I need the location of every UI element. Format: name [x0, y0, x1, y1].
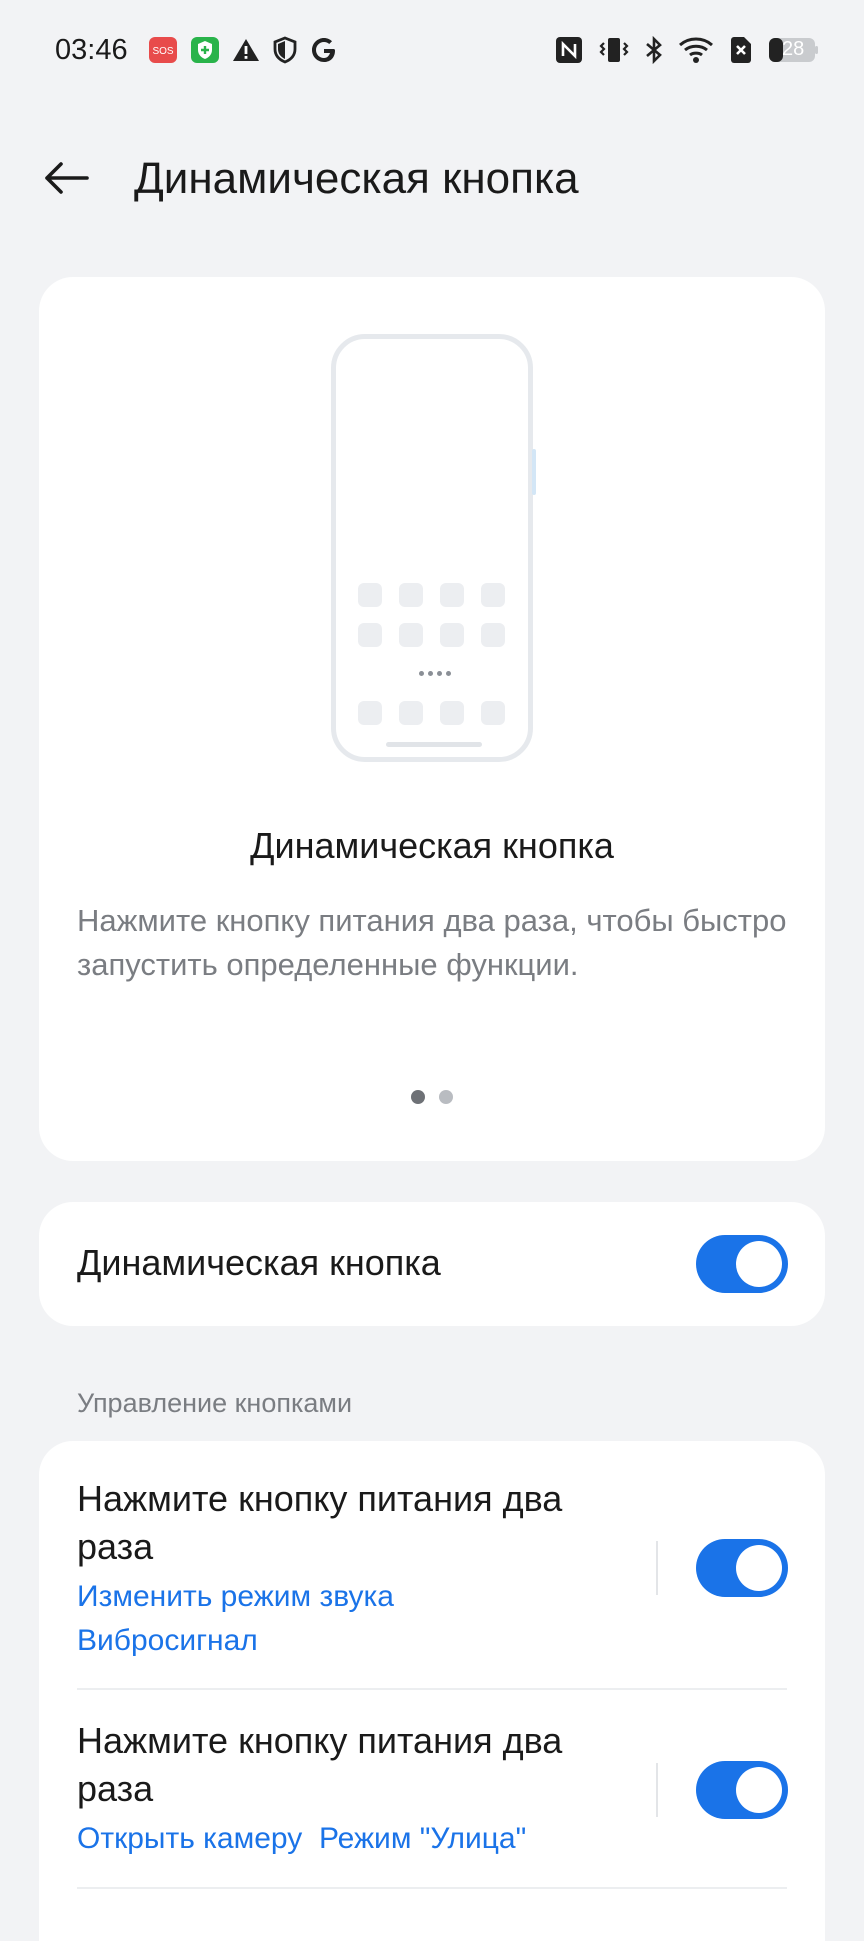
button-actions-list: Нажмите кнопку питания два раза Изменить… [39, 1441, 825, 1941]
switch-knob [736, 1767, 782, 1813]
row-separator [77, 1887, 787, 1889]
app-placeholder [358, 623, 382, 647]
app-placeholder [358, 701, 382, 725]
google-icon [310, 36, 338, 64]
no-sim-icon [728, 35, 754, 65]
home-bar-illustration [386, 742, 482, 747]
shield-icon [272, 36, 298, 64]
main-toggle-switch[interactable] [696, 1235, 788, 1293]
action-toggle-camera[interactable] [696, 1761, 788, 1819]
main-toggle-row[interactable]: Динамическая кнопка [39, 1202, 825, 1326]
action-row-title: Нажмите кнопку питания два раза [77, 1478, 563, 1567]
action-row-sound-mode[interactable]: Нажмите кнопку питания два раза Изменить… [77, 1475, 787, 1663]
shield-plus-icon [190, 36, 220, 64]
sos-icon: SOS [148, 36, 178, 64]
hero-title: Динамическая кнопка [250, 825, 614, 866]
app-placeholder [440, 623, 464, 647]
pager-dot[interactable] [439, 1090, 453, 1104]
pager-dot-active[interactable] [411, 1090, 425, 1104]
nfc-icon [554, 35, 584, 65]
wifi-icon [678, 36, 714, 64]
main-toggle-label: Динамическая кнопка [77, 1242, 441, 1283]
action-row-subtitle[interactable]: Изменить режим звука [77, 1575, 787, 1619]
action-row-title: Нажмите кнопку питания два раза [77, 1720, 563, 1809]
action-row-detail[interactable]: Вибросигнал [77, 1619, 787, 1663]
app-placeholder [481, 623, 505, 647]
app-header: Динамическая кнопка [0, 130, 864, 226]
bluetooth-icon [644, 35, 664, 65]
action-toggle-sound-mode[interactable] [696, 1539, 788, 1597]
app-dock [358, 701, 505, 725]
switch-knob [736, 1241, 782, 1287]
status-right: 28 [554, 35, 820, 65]
app-placeholder [440, 701, 464, 725]
app-placeholder [399, 583, 423, 607]
battery-icon: 28 [768, 36, 820, 64]
row-divider-vertical [656, 1763, 658, 1817]
action-row-subtitle[interactable]: Открыть камеру Режим "Улица" [77, 1817, 787, 1861]
phone-illustration [331, 334, 536, 762]
warning-icon [232, 37, 260, 63]
hero-description: Нажмите кнопку питания два раза, чтобы б… [77, 903, 787, 982]
app-placeholder [440, 583, 464, 607]
app-placeholder [399, 701, 423, 725]
svg-text:SOS: SOS [152, 46, 173, 57]
status-bar: 03:46 SOS 28 [0, 0, 864, 100]
status-left: 03:46 SOS [55, 34, 338, 67]
carousel-pager[interactable] [411, 1090, 453, 1104]
switch-knob [736, 1545, 782, 1591]
section-header: Управление кнопками [77, 1388, 353, 1418]
vibrate-icon [598, 35, 630, 65]
app-placeholder [481, 701, 505, 725]
page-title: Динамическая кнопка [134, 154, 579, 203]
app-grid-top [358, 583, 505, 647]
page-dots-illustration [419, 671, 451, 676]
app-placeholder [358, 583, 382, 607]
app-placeholder [481, 583, 505, 607]
battery-level: 28 [782, 38, 805, 60]
hero-card: Динамическая кнопка Нажмите кнопку питан… [39, 277, 825, 1161]
action-row-camera[interactable]: Нажмите кнопку питания два раза Открыть … [77, 1717, 787, 1861]
back-arrow-icon[interactable] [38, 152, 94, 204]
app-placeholder [399, 623, 423, 647]
power-key-illustration [532, 449, 536, 495]
status-time: 03:46 [55, 33, 128, 66]
row-separator [77, 1688, 787, 1690]
row-divider-vertical [656, 1541, 658, 1595]
